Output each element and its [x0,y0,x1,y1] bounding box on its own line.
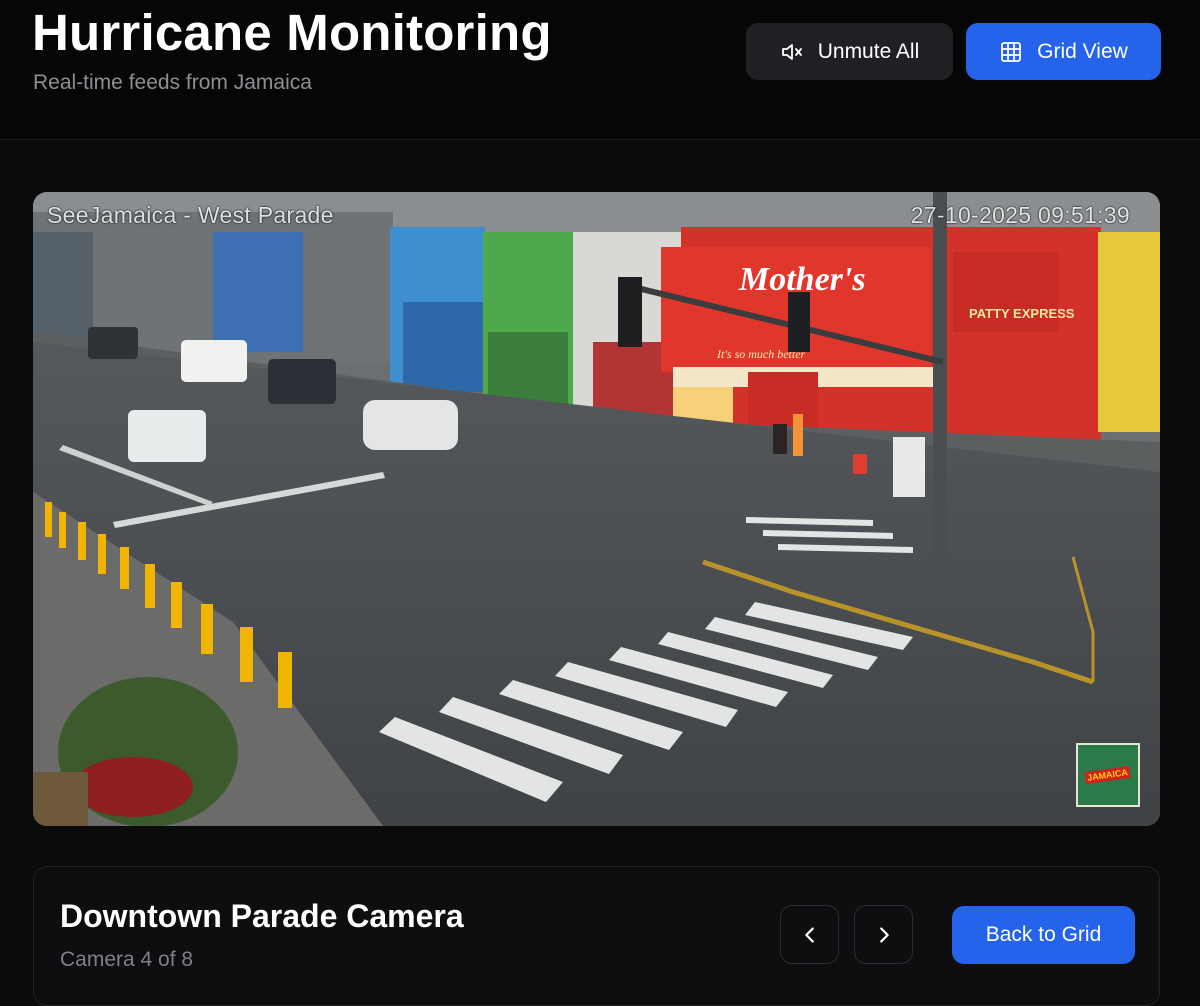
page-subtitle: Real-time feeds from Jamaica [33,71,312,94]
grid-icon [999,40,1023,64]
next-camera-button[interactable] [854,905,913,964]
watermark-label: JAMAICA [1084,765,1132,785]
unmute-all-button[interactable]: Unmute All [746,23,953,80]
grid-view-button[interactable]: Grid View [966,23,1161,80]
camera-feed-image: Mother's It's so much better PATTY EXPRE… [33,192,1160,826]
camera-position-text: Camera 4 of 8 [60,948,194,971]
chevron-right-icon [873,924,895,946]
jamaica-logo-watermark: JAMAICA [1076,743,1140,807]
camera-overlay-timestamp: 27-10-2025 09:51:39 [910,202,1130,228]
back-to-grid-button[interactable]: Back to Grid [952,906,1135,964]
back-to-grid-label: Back to Grid [985,923,1102,946]
unmute-all-label: Unmute All [817,39,920,63]
chevron-left-icon [799,924,821,946]
mute-icon [780,40,804,64]
grid-view-label: Grid View [1037,39,1128,63]
previous-camera-button[interactable] [780,905,839,964]
camera-overlay-name: SeeJamaica - West Parade [47,202,334,228]
page-title: Hurricane Monitoring [32,4,552,61]
camera-video-player[interactable]: Mother's It's so much better PATTY EXPRE… [33,192,1160,826]
camera-info-panel: Downtown Parade Camera Camera 4 of 8 Bac… [33,866,1160,1006]
page-header: Hurricane Monitoring Real-time feeds fro… [0,0,1200,140]
camera-title: Downtown Parade Camera [60,898,464,934]
sign-express: PATTY EXPRESS [969,306,1075,321]
